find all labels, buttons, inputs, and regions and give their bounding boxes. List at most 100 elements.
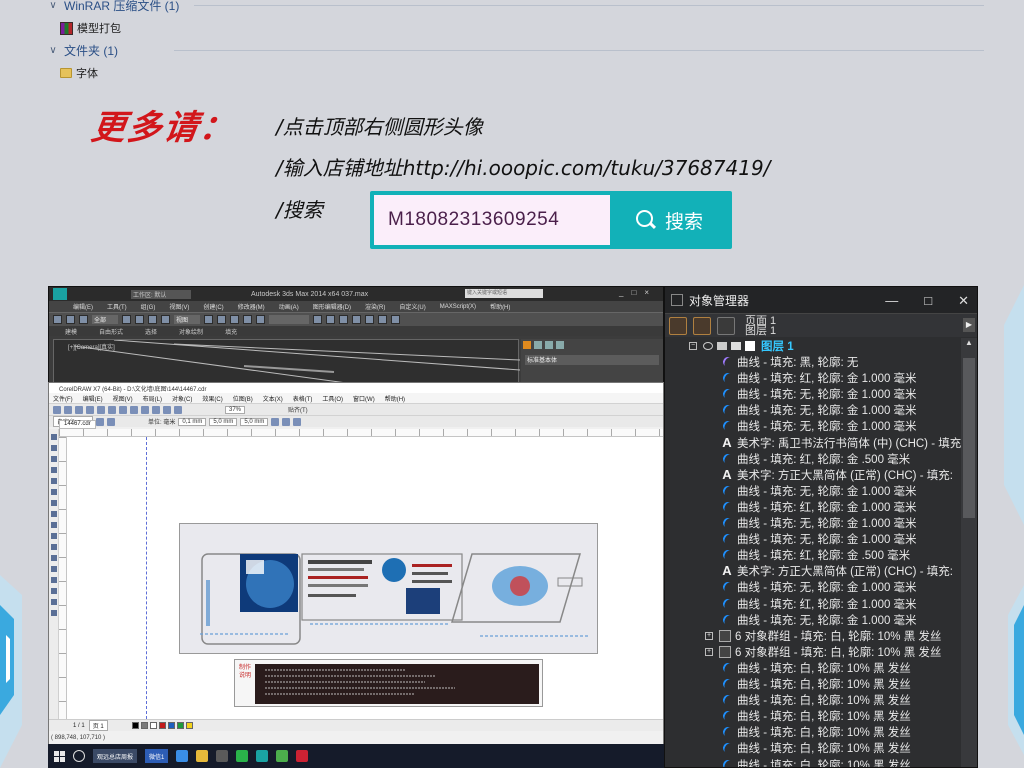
zoom-level-dropdown[interactable]: 37% [225,405,246,414]
object-group-row[interactable]: +6 对象群组 - 填充: 白, 轮廓: 10% 黑 发丝 [705,644,941,660]
visibility-eye-icon[interactable] [703,342,713,350]
cdr-drawing-canvas[interactable]: 制作说明 [67,437,663,719]
new-icon[interactable] [53,405,61,414]
material-editor-icon[interactable] [352,315,361,324]
chevron-right-icon[interactable]: ▶ [963,318,975,332]
curve-object-row[interactable]: 曲线 - 填充: 红, 轮廓: 金 1.000 毫米 [721,499,917,515]
expand-toggle-icon[interactable]: + [705,631,713,640]
menu-item[interactable]: 文件(F) [53,394,73,403]
menu-item[interactable]: 对象(C) [172,394,192,403]
document-tab[interactable]: 14467.cdr [59,420,96,429]
create-tab-icon[interactable] [523,341,531,349]
guideline[interactable] [146,437,147,719]
import-icon[interactable] [163,405,171,414]
ribbon-tab[interactable]: 选择 [145,327,157,336]
menu-item[interactable]: 窗口(W) [353,394,375,403]
printer-icon[interactable] [717,342,727,350]
pick-tool-icon[interactable] [51,434,57,440]
duplicate-distance-y-field[interactable]: 5,0 mm [240,417,269,426]
ribbon-tab[interactable]: 建模 [65,327,77,336]
motion-tab-icon[interactable] [556,341,564,349]
object-group-row[interactable]: +6 对象群组 - 填充: 白, 轮廓: 10% 黑 发丝 [705,628,941,644]
file-item-rar[interactable]: 模型打包 [60,19,121,37]
curve-object-row[interactable]: 曲线 - 填充: 白, 轮廓: 10% 黑 发丝 [721,724,911,740]
undo-icon[interactable] [53,315,62,324]
group-header-winrar[interactable]: ∨ WinRAR 压缩文件 (1) [48,0,179,14]
object-tree-scrollbar[interactable]: ▲ [961,338,977,767]
shape-tool-icon[interactable] [51,445,57,451]
curve-object-row[interactable]: 曲线 - 填充: 白, 轮廓: 10% 黑 发丝 [721,740,911,756]
copy-icon[interactable] [108,405,116,414]
snap-icon[interactable] [204,315,213,324]
menu-item[interactable]: 编辑(E) [83,394,103,403]
max-window-controls[interactable]: _□× [619,288,657,297]
group-header-folder[interactable]: ∨ 文件夹 (1) [48,41,118,59]
eyedropper-tool-icon[interactable] [51,588,57,594]
horizontal-ruler[interactable] [59,429,663,437]
curve-object-row[interactable]: 曲线 - 填充: 无, 轮廓: 金 1.000 毫米 [721,579,917,595]
curve-object-row[interactable]: 曲线 - 填充: 无, 轮廓: 金 1.000 毫米 [721,402,917,418]
menu-item[interactable]: 图形编辑器(D) [313,302,351,311]
polygon-tool-icon[interactable] [51,522,57,528]
coreldraw-taskbar-icon[interactable] [276,750,289,762]
ribbon-tab[interactable]: 自由形式 [99,327,123,336]
drop-shadow-icon[interactable] [51,566,57,572]
open-icon[interactable] [64,405,72,414]
menu-item[interactable]: 渲染(R) [365,302,385,311]
search-input[interactable]: M18082313609254 [374,195,610,245]
artistic-text-row[interactable]: A 美术字: 方正大黑简体 (正常) (CHC) - 填充: [721,467,953,483]
save-icon[interactable] [75,405,83,414]
maximize-icon[interactable]: □ [924,293,932,309]
color-swatch[interactable] [185,722,193,729]
redo-icon[interactable] [141,405,149,414]
curve-object-row[interactable]: 曲线 - 填充: 红, 轮廓: 金 .500 毫米 [721,451,910,467]
curve-object-row[interactable]: 曲线 - 填充: 白, 轮廓: 10% 黑 发丝 [721,757,911,768]
workspace-dropdown[interactable]: 工作区: 默认 [131,289,191,299]
rotate-icon[interactable] [148,315,157,324]
production-note-box[interactable]: 制作说明 [234,659,543,707]
landscape-icon[interactable] [107,417,115,426]
cut-icon[interactable] [97,405,105,414]
curve-object-row[interactable]: 曲线 - 填充: 无, 轮廓: 金 1.000 毫米 [721,531,917,547]
nudge-distance-field[interactable]: 0,1 mm [178,417,207,426]
curve-object-row[interactable]: 曲线 - 填充: 白, 轮廓: 10% 黑 发丝 [721,708,911,724]
artistic-media-icon[interactable] [51,489,57,495]
curve-editor-icon[interactable] [326,315,335,324]
move-icon[interactable] [135,315,144,324]
menu-item[interactable]: 组(G) [141,302,156,311]
hierarchy-tab-icon[interactable] [545,341,553,349]
link-icon[interactable] [79,315,88,324]
menu-item[interactable]: 修改器(M) [238,302,265,311]
text-tool-icon[interactable] [51,533,57,539]
align-icon[interactable] [271,417,280,426]
undo-icon[interactable] [130,405,138,414]
windows-start-icon[interactable] [54,750,65,762]
search-icon[interactable] [152,405,160,414]
store-icon[interactable] [216,750,229,762]
taskbar-app-browser[interactable]: 观远总店周报 [93,749,138,763]
layer-manager-view-icon[interactable] [717,316,735,335]
ribbon-tab[interactable]: 对象绘制 [179,327,203,336]
align-icon[interactable] [256,315,265,324]
render-icon[interactable] [391,315,400,324]
app-taskbar-icon[interactable] [296,750,309,762]
selection-filter-dropdown[interactable]: 全部 [92,315,118,324]
menu-item[interactable]: 帮助(H) [385,394,405,403]
zoom-tool-icon[interactable] [51,467,57,473]
color-swatch[interactable] [158,722,166,729]
max-viewport[interactable]: [+][Camera][真实] [53,339,520,383]
paste-icon[interactable] [119,405,127,414]
angle-snap-icon[interactable] [217,315,226,324]
menu-item[interactable]: 布局(L) [143,394,162,403]
color-swatch[interactable] [140,722,148,729]
close-icon[interactable]: ✕ [958,293,969,309]
taskbar-app-wechat[interactable]: 微信1 [145,749,169,763]
max-search-input[interactable]: 键入关键字或短语 [465,289,543,298]
curve-object-row[interactable]: 曲线 - 填充: 无, 轮廓: 金 1.000 毫米 [721,386,917,402]
color-swatch[interactable] [149,722,157,729]
primitive-type-dropdown[interactable]: 标准基本体 [525,355,659,365]
curve-object-row[interactable]: 曲线 - 填充: 无, 轮廓: 金 1.000 毫米 [721,483,917,499]
percent-snap-icon[interactable] [230,315,239,324]
layer-icon[interactable] [313,315,322,324]
redo-icon[interactable] [66,315,75,324]
